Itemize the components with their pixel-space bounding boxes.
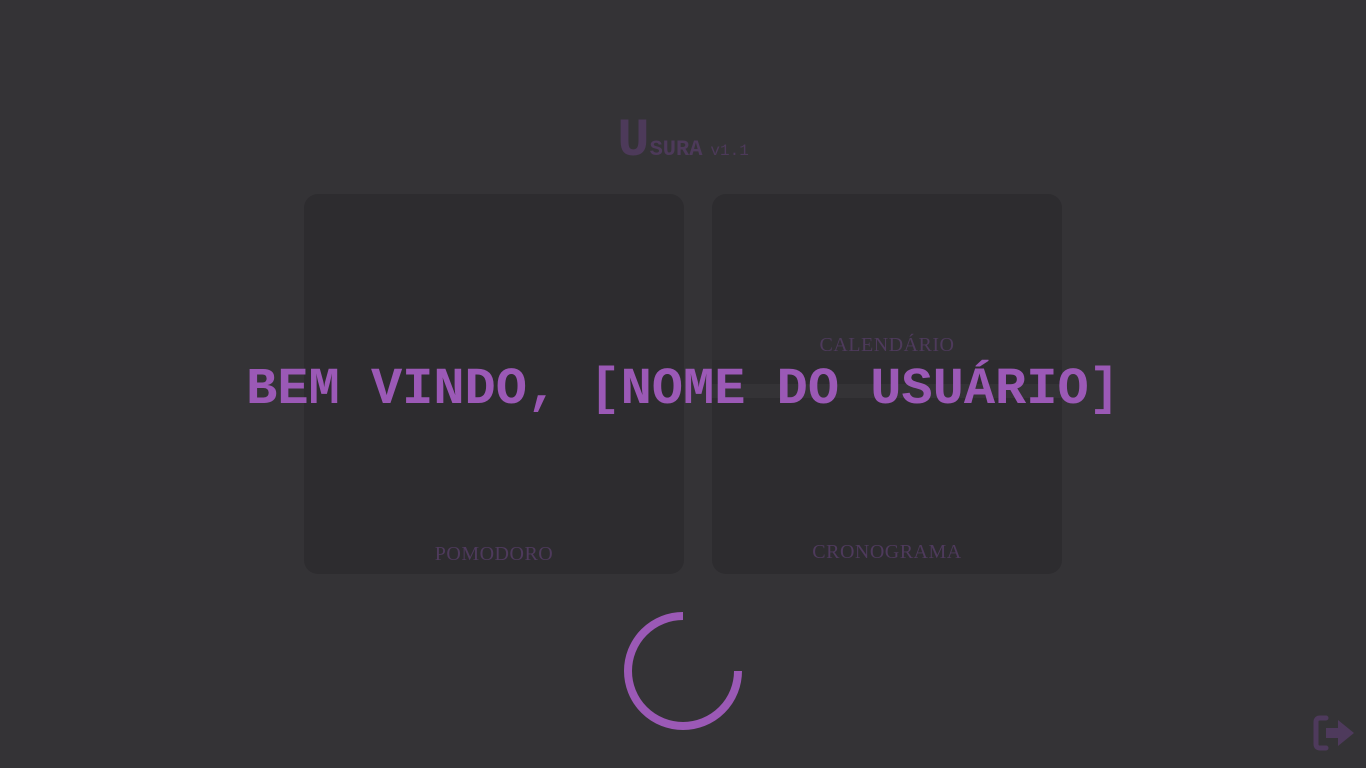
logo-initial: U — [617, 111, 650, 172]
pomodoro-card-label: POMODORO — [434, 543, 554, 565]
logo-rest: SURA — [649, 137, 703, 162]
sign-out-icon[interactable] — [1312, 714, 1356, 752]
cronograma-card-label: CRONOGRAMA — [812, 541, 962, 563]
welcome-message: BEM VINDO, [NOME DO USUÁRIO] — [246, 360, 1120, 419]
calendario-card[interactable]: CALENDÁRIO — [712, 194, 1062, 384]
page: USURA v1.1 POMODORO CALENDÁRIO CRONOGRAMA… — [0, 0, 1366, 768]
calendario-card-label: CALENDÁRIO — [819, 334, 955, 356]
app-version: v1.1 — [710, 142, 749, 160]
app-logo: USURA v1.1 — [0, 112, 1366, 172]
loading-spinner-icon — [624, 612, 742, 730]
cronograma-card[interactable]: CRONOGRAMA — [712, 398, 1062, 574]
